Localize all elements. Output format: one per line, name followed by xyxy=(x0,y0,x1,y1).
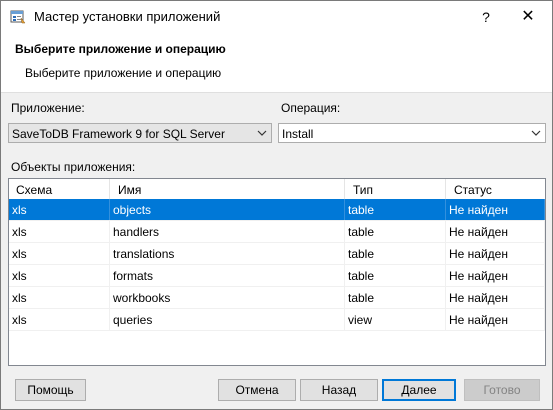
cell-status: Не найден xyxy=(446,265,545,287)
cell-name: workbooks xyxy=(110,287,345,309)
help-button[interactable]: Помощь xyxy=(15,379,86,401)
column-header-name[interactable]: Имя xyxy=(110,179,345,199)
cell-name: translations xyxy=(110,243,345,265)
cell-type: table xyxy=(345,199,446,221)
installer-window: Мастер установки приложений ? ✕ Выберите… xyxy=(0,0,553,410)
cancel-button[interactable]: Отмена xyxy=(218,379,296,401)
help-title-button[interactable]: ? xyxy=(471,6,501,28)
chevron-down-icon xyxy=(257,130,267,136)
objects-list[interactable]: Схема Имя Тип Статус xls objects table Не н… xyxy=(8,178,546,366)
cell-name: handlers xyxy=(110,221,345,243)
page-subtitle: Выберите приложение и операцию xyxy=(25,66,222,80)
wizard-header: Выберите приложение и операцию Выберите … xyxy=(1,32,552,93)
cell-status: Не найден xyxy=(446,199,545,221)
cell-type: view xyxy=(345,309,446,331)
application-select-value: SaveToDB Framework 9 for SQL Server xyxy=(12,127,225,141)
cell-schema: xls xyxy=(9,243,110,265)
table-row[interactable]: xls translations table Не найден xyxy=(9,243,545,265)
column-header-status[interactable]: Статус xyxy=(446,179,545,199)
application-label: Приложение: xyxy=(11,101,85,115)
wizard-app-icon xyxy=(10,10,26,24)
page-title: Выберите приложение и операцию xyxy=(15,42,226,56)
cell-schema: xls xyxy=(9,265,110,287)
finish-button[interactable]: Готово xyxy=(464,379,540,401)
close-button[interactable]: ✕ xyxy=(513,6,543,28)
cell-schema: xls xyxy=(9,309,110,331)
cell-status: Не найден xyxy=(446,221,545,243)
window-title: Мастер установки приложений xyxy=(34,9,221,24)
cell-type: table xyxy=(345,265,446,287)
table-row[interactable]: xls formats table Не найден xyxy=(9,265,545,287)
cell-name: queries xyxy=(110,309,345,331)
cell-status: Не найден xyxy=(446,309,545,331)
table-row[interactable]: xls workbooks table Не найден xyxy=(9,287,545,309)
cell-schema: xls xyxy=(9,221,110,243)
cell-type: table xyxy=(345,287,446,309)
application-select[interactable]: SaveToDB Framework 9 for SQL Server xyxy=(8,123,272,143)
chevron-down-icon xyxy=(531,130,541,136)
table-row[interactable]: xls queries view Не найден xyxy=(9,309,545,331)
objects-label: Объекты приложения: xyxy=(11,160,136,174)
next-button[interactable]: Далее xyxy=(382,379,456,401)
operation-select[interactable]: Install xyxy=(278,123,546,143)
operation-label: Операция: xyxy=(281,101,341,115)
cell-name: objects xyxy=(110,199,345,221)
column-header-schema[interactable]: Схема xyxy=(9,179,110,199)
table-row[interactable]: xls handlers table Не найден xyxy=(9,221,545,243)
cell-name: formats xyxy=(110,265,345,287)
cell-type: table xyxy=(345,221,446,243)
title-bar: Мастер установки приложений ? ✕ xyxy=(1,1,552,32)
cell-status: Не найден xyxy=(446,287,545,309)
cell-type: table xyxy=(345,243,446,265)
back-button[interactable]: Назад xyxy=(300,379,378,401)
operation-select-value: Install xyxy=(282,127,314,141)
list-header: Схема Имя Тип Статус xyxy=(9,179,545,200)
row-divider xyxy=(9,330,545,331)
cell-status: Не найден xyxy=(446,243,545,265)
cell-schema: xls xyxy=(9,199,110,221)
cell-schema: xls xyxy=(9,287,110,309)
column-header-type[interactable]: Тип xyxy=(345,179,446,199)
table-row[interactable]: xls objects table Не найден xyxy=(9,199,545,221)
